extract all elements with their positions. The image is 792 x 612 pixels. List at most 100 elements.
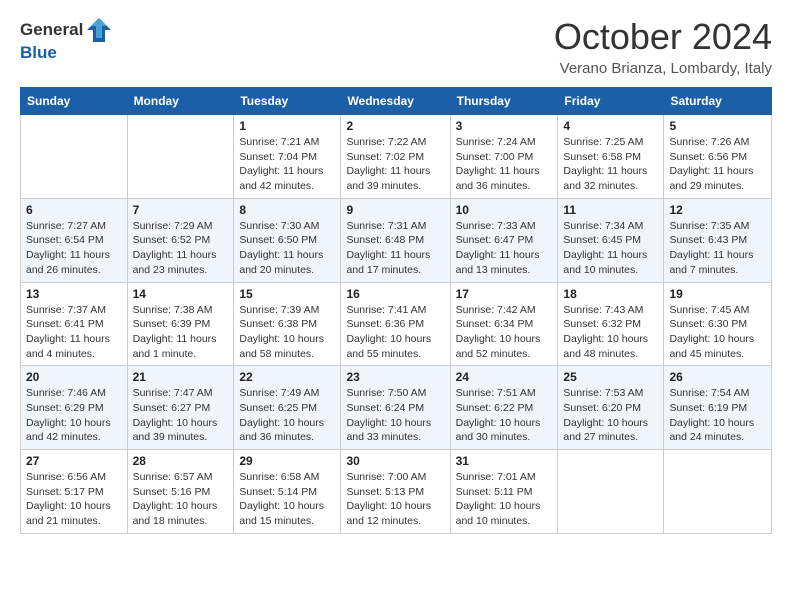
day-number: 25 — [563, 370, 658, 384]
day-number: 22 — [239, 370, 335, 384]
day-number: 31 — [456, 454, 553, 468]
day-info: Sunrise: 7:00 AMSunset: 5:13 PMDaylight:… — [346, 470, 444, 529]
day-info: Sunrise: 7:47 AMSunset: 6:27 PMDaylight:… — [133, 386, 229, 445]
day-info: Sunrise: 7:46 AMSunset: 6:29 PMDaylight:… — [26, 386, 122, 445]
day-info: Sunrise: 7:45 AMSunset: 6:30 PMDaylight:… — [669, 303, 766, 362]
day-info: Sunrise: 7:39 AMSunset: 6:38 PMDaylight:… — [239, 303, 335, 362]
calendar-row: 13 Sunrise: 7:37 AMSunset: 6:41 PMDayligh… — [21, 282, 772, 366]
day-info: Sunrise: 7:54 AMSunset: 6:19 PMDaylight:… — [669, 386, 766, 445]
calendar-row: 6Sunrise: 7:27 AMSunset: 6:54 PMDaylight… — [21, 198, 772, 282]
day-number: 14 — [133, 287, 229, 301]
day-info: Sunrise: 7:49 AMSunset: 6:25 PMDaylight:… — [239, 386, 335, 445]
day-number: 10 — [456, 203, 553, 217]
day-info: Sunrise: 7:24 AMSunset: 7:00 PMDaylight:… — [456, 135, 553, 194]
day-info: Sunrise: 7:37 AMSunset: 6:41 PMDaylight:… — [26, 303, 122, 362]
table-cell: 29 Sunrise: 6:58 AMSunset: 5:14 PMDayligh… — [234, 450, 341, 534]
table-cell: 18Sunrise: 7:43 AMSunset: 6:32 PMDayligh… — [558, 282, 664, 366]
col-friday: Friday — [558, 88, 664, 115]
table-cell: 12 Sunrise: 7:35 AMSunset: 6:43 PMDayligh… — [664, 198, 772, 282]
header: General Blue October 2024 Verano Brianza… — [20, 16, 772, 77]
calendar-row: 27 Sunrise: 6:56 AMSunset: 5:17 PMDayligh… — [21, 450, 772, 534]
day-info: Sunrise: 7:42 AMSunset: 6:34 PMDaylight:… — [456, 303, 553, 362]
table-cell: 22 Sunrise: 7:49 AMSunset: 6:25 PMDayligh… — [234, 366, 341, 450]
day-info: Sunrise: 7:29 AMSunset: 6:52 PMDaylight:… — [133, 219, 229, 278]
day-number: 11 — [563, 203, 658, 217]
day-number: 5 — [669, 119, 766, 133]
table-cell: 30 Sunrise: 7:00 AMSunset: 5:13 PMDayligh… — [341, 450, 450, 534]
day-info: Sunrise: 6:58 AMSunset: 5:14 PMDaylight:… — [239, 470, 335, 529]
logo-general: General — [20, 21, 83, 40]
table-cell — [558, 450, 664, 534]
table-cell: 2 Sunrise: 7:22 AMSunset: 7:02 PMDaylight… — [341, 115, 450, 199]
month-title: October 2024 — [554, 16, 772, 58]
day-number: 9 — [346, 203, 444, 217]
day-number: 24 — [456, 370, 553, 384]
day-info: Sunrise: 7:33 AMSunset: 6:47 PMDaylight:… — [456, 219, 553, 278]
day-info: Sunrise: 7:53 AMSunset: 6:20 PMDaylight:… — [563, 386, 658, 445]
day-info: Sunrise: 7:21 AMSunset: 7:04 PMDaylight:… — [239, 135, 335, 194]
table-cell — [664, 450, 772, 534]
calendar-table: Sunday Monday Tuesday Wednesday Thursday… — [20, 87, 772, 534]
day-number: 6 — [26, 203, 122, 217]
table-cell: 4Sunrise: 7:25 AMSunset: 6:58 PMDaylight… — [558, 115, 664, 199]
calendar-row: 1 Sunrise: 7:21 AMSunset: 7:04 PMDaylight… — [21, 115, 772, 199]
table-cell: 8 Sunrise: 7:30 AMSunset: 6:50 PMDaylight… — [234, 198, 341, 282]
day-info: Sunrise: 7:22 AMSunset: 7:02 PMDaylight:… — [346, 135, 444, 194]
day-info: Sunrise: 7:30 AMSunset: 6:50 PMDaylight:… — [239, 219, 335, 278]
table-cell: 19Sunrise: 7:45 AMSunset: 6:30 PMDayligh… — [664, 282, 772, 366]
table-cell: 16 Sunrise: 7:41 AMSunset: 6:36 PMDayligh… — [341, 282, 450, 366]
day-info: Sunrise: 7:41 AMSunset: 6:36 PMDaylight:… — [346, 303, 444, 362]
day-number: 17 — [456, 287, 553, 301]
table-cell: 21 Sunrise: 7:47 AMSunset: 6:27 PMDayligh… — [127, 366, 234, 450]
day-number: 20 — [26, 370, 122, 384]
day-info: Sunrise: 7:51 AMSunset: 6:22 PMDaylight:… — [456, 386, 553, 445]
calendar-header-row: Sunday Monday Tuesday Wednesday Thursday… — [21, 88, 772, 115]
day-number: 16 — [346, 287, 444, 301]
table-cell: 9 Sunrise: 7:31 AMSunset: 6:48 PMDaylight… — [341, 198, 450, 282]
day-number: 30 — [346, 454, 444, 468]
table-cell — [127, 115, 234, 199]
subtitle: Verano Brianza, Lombardy, Italy — [554, 60, 772, 77]
calendar-row: 20 Sunrise: 7:46 AMSunset: 6:29 PMDayligh… — [21, 366, 772, 450]
day-info: Sunrise: 7:35 AMSunset: 6:43 PMDaylight:… — [669, 219, 766, 278]
table-cell: 31 Sunrise: 7:01 AMSunset: 5:11 PMDayligh… — [450, 450, 558, 534]
day-info: Sunrise: 6:56 AMSunset: 5:17 PMDaylight:… — [26, 470, 122, 529]
col-thursday: Thursday — [450, 88, 558, 115]
day-number: 1 — [239, 119, 335, 133]
table-cell: 11 Sunrise: 7:34 AMSunset: 6:45 PMDayligh… — [558, 198, 664, 282]
table-cell: 3 Sunrise: 7:24 AMSunset: 7:00 PMDaylight… — [450, 115, 558, 199]
day-info: Sunrise: 7:34 AMSunset: 6:45 PMDaylight:… — [563, 219, 658, 278]
table-cell — [21, 115, 128, 199]
day-info: Sunrise: 7:01 AMSunset: 5:11 PMDaylight:… — [456, 470, 553, 529]
day-number: 28 — [133, 454, 229, 468]
table-cell: 27 Sunrise: 6:56 AMSunset: 5:17 PMDayligh… — [21, 450, 128, 534]
page: General Blue October 2024 Verano Brianza… — [0, 0, 792, 550]
table-cell: 5Sunrise: 7:26 AMSunset: 6:56 PMDaylight… — [664, 115, 772, 199]
day-info: Sunrise: 7:43 AMSunset: 6:32 PMDaylight:… — [563, 303, 658, 362]
table-cell: 28Sunrise: 6:57 AMSunset: 5:16 PMDayligh… — [127, 450, 234, 534]
table-cell: 13 Sunrise: 7:37 AMSunset: 6:41 PMDayligh… — [21, 282, 128, 366]
table-cell: 20 Sunrise: 7:46 AMSunset: 6:29 PMDayligh… — [21, 366, 128, 450]
day-number: 12 — [669, 203, 766, 217]
day-number: 21 — [133, 370, 229, 384]
day-number: 2 — [346, 119, 444, 133]
table-cell: 23Sunrise: 7:50 AMSunset: 6:24 PMDayligh… — [341, 366, 450, 450]
table-cell: 15 Sunrise: 7:39 AMSunset: 6:38 PMDayligh… — [234, 282, 341, 366]
table-cell: 24 Sunrise: 7:51 AMSunset: 6:22 PMDayligh… — [450, 366, 558, 450]
day-number: 29 — [239, 454, 335, 468]
logo-text: General Blue — [20, 16, 113, 63]
col-tuesday: Tuesday — [234, 88, 341, 115]
day-number: 27 — [26, 454, 122, 468]
table-cell: 7Sunrise: 7:29 AMSunset: 6:52 PMDaylight… — [127, 198, 234, 282]
day-number: 13 — [26, 287, 122, 301]
day-number: 3 — [456, 119, 553, 133]
title-block: October 2024 Verano Brianza, Lombardy, I… — [554, 16, 772, 77]
day-info: Sunrise: 7:38 AMSunset: 6:39 PMDaylight:… — [133, 303, 229, 362]
col-monday: Monday — [127, 88, 234, 115]
table-cell: 1 Sunrise: 7:21 AMSunset: 7:04 PMDaylight… — [234, 115, 341, 199]
col-wednesday: Wednesday — [341, 88, 450, 115]
day-number: 15 — [239, 287, 335, 301]
table-cell: 26Sunrise: 7:54 AMSunset: 6:19 PMDayligh… — [664, 366, 772, 450]
day-info: Sunrise: 7:31 AMSunset: 6:48 PMDaylight:… — [346, 219, 444, 278]
day-number: 8 — [239, 203, 335, 217]
